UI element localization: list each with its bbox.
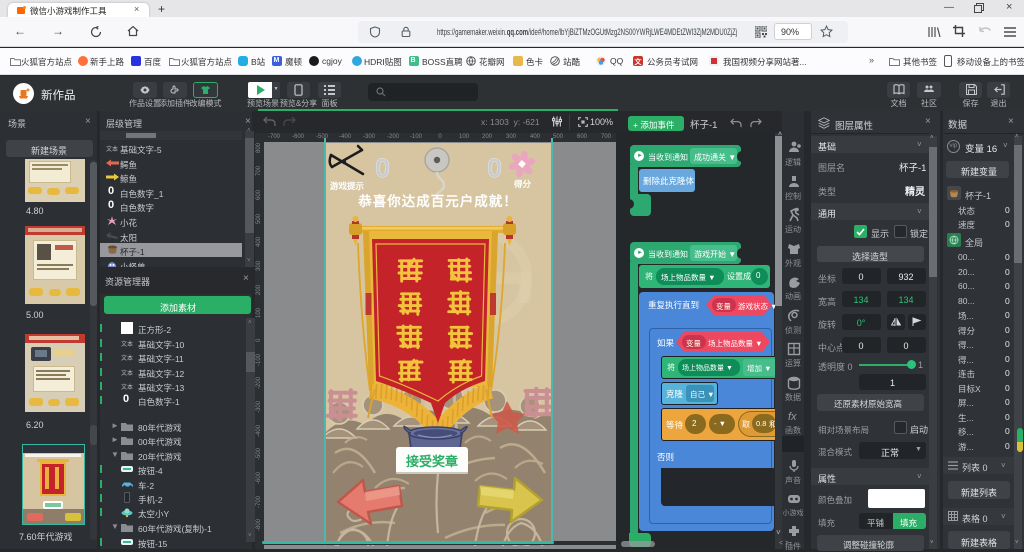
- svg-text:0: 0: [487, 153, 502, 183]
- svg-text:fx: fx: [788, 411, 797, 423]
- svg-text:接受奖章: 接受奖章: [406, 454, 458, 469]
- svg-text:得分: 得分: [513, 179, 532, 189]
- svg-text:游戏提示: 游戏提示: [330, 181, 365, 191]
- svg-text:0: 0: [375, 153, 390, 183]
- svg-text:恭喜你达成百元户成就！: 恭喜你达成百元户成就！: [357, 193, 518, 209]
